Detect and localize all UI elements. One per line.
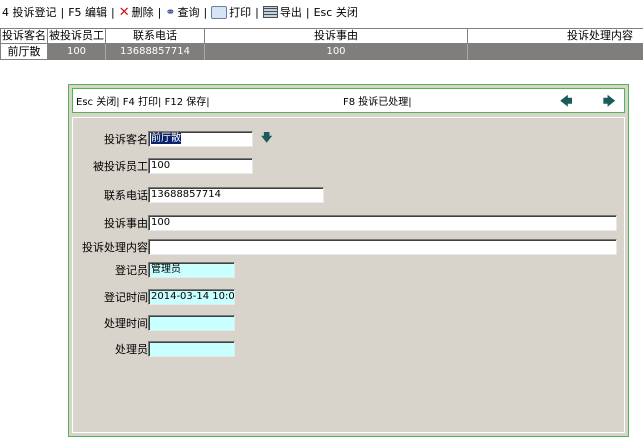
column-header[interactable]: 投诉客名 [1,29,48,44]
toolbar: 4 投诉登记 | F5 编辑 | ✕ 删除 | ⚭ 查询 | 打印 | 导出 |… [0,0,643,24]
handling-content-field[interactable] [148,239,617,255]
close-button[interactable]: Esc 关闭 [312,4,360,20]
table-cell[interactable] [468,44,643,60]
reason-label: 投诉事由 [73,215,148,231]
complaint-edit-dialog: Esc 关闭| F4 打印| F12 保存| F8 投诉已处理| 🡄 🡆 投诉客… [68,84,629,437]
arrow-down-icon[interactable]: 🡇 [261,129,272,148]
table-cell[interactable]: 前厅散 [1,44,48,60]
table-cell[interactable]: 13688857714 [106,44,205,60]
registrar-field[interactable]: 管理员 [148,262,235,278]
delete-x-icon: ✕ [119,5,130,20]
phone-field[interactable]: 13688857714 [148,187,324,203]
grid-header-row: 投诉客名 被投诉员工 联系电话 投诉事由 投诉处理内容 [1,29,643,44]
customer-label: 投诉客名 [73,131,148,147]
mark-handled-button[interactable]: F8 投诉已处理| [343,93,412,108]
separator: | [109,6,117,19]
arrow-left-icon[interactable]: 🡄 [560,95,572,107]
registrar-label: 登记员 [73,262,148,278]
separator: | [253,6,261,19]
delete-button[interactable]: ✕ 删除 [117,4,156,20]
dialog-toolbar: Esc 关闭| F4 打印| F12 保存| F8 投诉已处理| 🡄 🡆 [72,88,625,113]
column-header[interactable]: 投诉事由 [205,29,468,44]
handle-time-label: 处理时间 [73,315,148,331]
table-cell[interactable]: 100 [205,44,468,60]
separator: | [304,6,312,19]
employee-label: 被投诉员工 [73,158,148,174]
phone-label: 联系电话 [73,187,148,203]
print-button[interactable]: 打印 [209,4,253,20]
separator: | [59,6,67,19]
table-export-icon [263,6,278,18]
dialog-shortcut-keys[interactable]: Esc 关闭| F4 打印| F12 保存| [73,93,343,108]
reason-field[interactable]: 100 [148,215,617,231]
binoculars-icon: ⚭ [165,5,175,19]
query-button[interactable]: ⚭ 查询 [163,4,201,20]
table-cell[interactable]: 100 [48,44,106,60]
printer-icon [211,6,227,19]
employee-field[interactable]: 100 [148,158,253,174]
column-header[interactable]: 投诉处理内容 [468,29,643,44]
handler-field[interactable] [148,341,235,357]
table-row[interactable]: 前厅散 100 13688857714 100 [1,44,643,60]
handler-label: 处理员 [73,341,148,357]
column-header[interactable]: 联系电话 [106,29,205,44]
customer-field[interactable]: 前厅散 [148,131,253,147]
handling-content-label: 投诉处理内容 [73,239,148,255]
handle-time-field[interactable] [148,315,235,331]
registration-time-field[interactable]: 2014-03-14 10:08 [148,289,235,305]
column-header[interactable]: 被投诉员工 [48,29,106,44]
separator: | [201,6,209,19]
export-button[interactable]: 导出 [261,4,304,20]
separator: | [156,6,164,19]
edit-button[interactable]: F5 编辑 [66,4,109,20]
complaint-form: 投诉客名 前厅散 🡇 被投诉员工 100 联系电话 13688857714 投诉… [72,117,625,433]
register-button[interactable]: 4 投诉登记 [0,4,59,20]
arrow-right-icon[interactable]: 🡆 [603,95,615,107]
complaint-grid: 投诉客名 被投诉员工 联系电话 投诉事由 投诉处理内容 前厅散 100 1368… [0,28,643,60]
registration-time-label: 登记时间 [73,289,148,305]
